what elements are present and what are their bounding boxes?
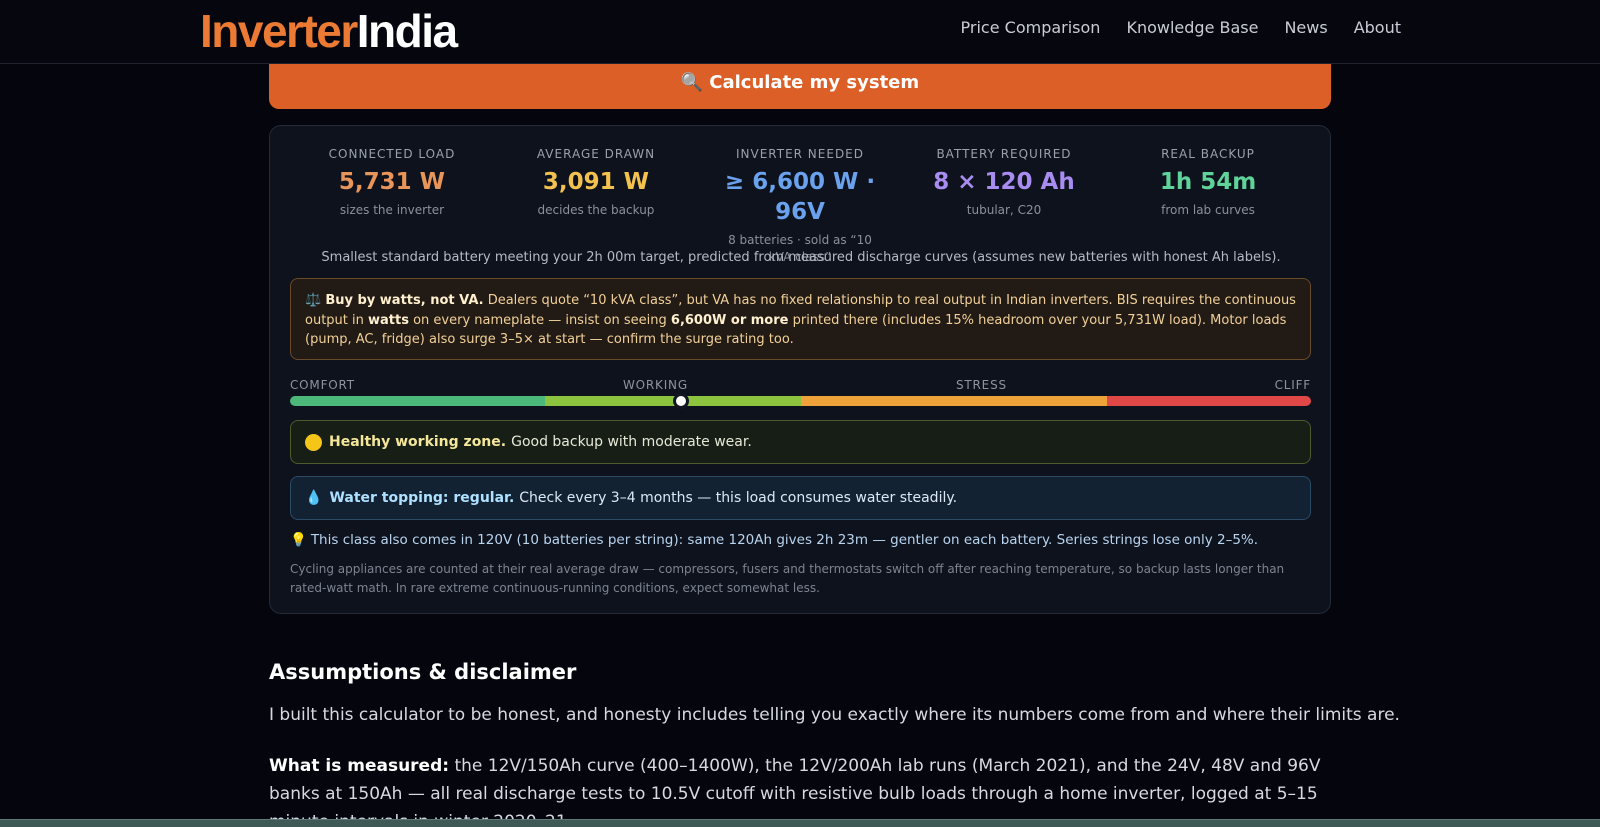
gauge-segment-cliff xyxy=(1106,396,1311,406)
gauge-label-working: WORKING xyxy=(623,378,688,392)
calculate-button-label: Calculate my system xyxy=(709,72,920,93)
stat-label: CONNECTED LOAD xyxy=(328,147,456,161)
stat-value: 1h 54m xyxy=(1159,169,1257,195)
stat-inverter-needed: INVERTER NEEDED ≥ 6,600 W · 96V 8 batter… xyxy=(698,146,902,266)
fine-print: Cycling appliances are counted at their … xyxy=(290,562,1285,595)
zone-status: Healthy working zone. Good backup with m… xyxy=(290,420,1311,464)
assumptions-measured: What is measured: the 12V/150Ah curve (4… xyxy=(269,756,1321,827)
gauge-label-comfort: COMFORT xyxy=(290,378,355,392)
scales-icon: ⚖️ xyxy=(305,293,322,308)
stat-label: REAL BACKUP xyxy=(1161,147,1255,161)
sizing-note: Smallest standard battery meeting your 2… xyxy=(321,250,1281,265)
gauge-segment-stress xyxy=(800,396,1107,406)
site-logo[interactable]: InverterIndia xyxy=(200,3,458,59)
stat-sub: sizes the inverter xyxy=(339,203,445,217)
window-bottom-edge xyxy=(0,819,1600,827)
main-nav: Price Comparison Knowledge Base News Abo… xyxy=(961,17,1401,39)
stat-label: AVERAGE DRAWN xyxy=(536,147,656,161)
magnifier-icon: 🔍 xyxy=(680,72,704,93)
nav-knowledge-base[interactable]: Knowledge Base xyxy=(1126,17,1258,39)
gauge-labels: COMFORT WORKING STRESS CLIFF xyxy=(290,378,1311,394)
assumptions-heading: Assumptions & disclaimer xyxy=(269,660,577,684)
gauge-label-cliff: CLIFF xyxy=(1274,378,1311,392)
stat-battery-required: BATTERY REQUIRED 8 × 120 Ah tubular, C20 xyxy=(902,146,1106,266)
assumptions-intro: I built this calculator to be honest, an… xyxy=(269,705,1400,725)
stat-value: ≥ 6,600 W · 96V xyxy=(724,169,876,225)
stat-value: 3,091 W xyxy=(542,169,650,195)
stat-real-backup: REAL BACKUP 1h 54m from lab curves xyxy=(1106,146,1310,266)
stat-connected-load: CONNECTED LOAD 5,731 W sizes the inverte… xyxy=(290,146,494,266)
stat-average-drawn: AVERAGE DRAWN 3,091 W decides the backup xyxy=(494,146,698,266)
gauge-marker xyxy=(673,393,690,409)
stat-sub: decides the backup xyxy=(537,203,655,217)
stat-label: BATTERY REQUIRED xyxy=(936,147,1072,161)
nav-news[interactable]: News xyxy=(1284,17,1327,39)
voltage-tip: 💡 This class also comes in 120V (10 batte… xyxy=(290,532,1259,548)
stat-label: INVERTER NEEDED xyxy=(735,147,865,161)
water-drop-icon: 💧 xyxy=(305,490,323,506)
stat-sub: from lab curves xyxy=(1161,203,1255,217)
results-panel: CONNECTED LOAD 5,731 W sizes the inverte… xyxy=(269,125,1331,614)
stats-row: CONNECTED LOAD 5,731 W sizes the inverte… xyxy=(290,146,1310,266)
yellow-dot-icon xyxy=(305,433,322,451)
stat-sub: tubular, C20 xyxy=(966,203,1042,217)
stat-value: 8 × 120 Ah xyxy=(933,169,1075,195)
gauge-segment-comfort xyxy=(290,396,546,406)
lightbulb-icon: 💡 xyxy=(290,532,307,548)
stress-gauge-bar xyxy=(290,396,1311,406)
stat-value: 5,731 W xyxy=(338,169,446,195)
water-topping-status: 💧 Water topping: regular. Check every 3–… xyxy=(290,476,1311,520)
nav-price-comparison[interactable]: Price Comparison xyxy=(961,17,1101,39)
gauge-label-stress: STRESS xyxy=(956,378,1007,392)
nav-about[interactable]: About xyxy=(1354,17,1401,39)
site-header: InverterIndia Price Comparison Knowledge… xyxy=(0,0,1600,64)
watts-warning: ⚖️ Buy by watts, not VA. Dealers quote “… xyxy=(290,278,1311,360)
